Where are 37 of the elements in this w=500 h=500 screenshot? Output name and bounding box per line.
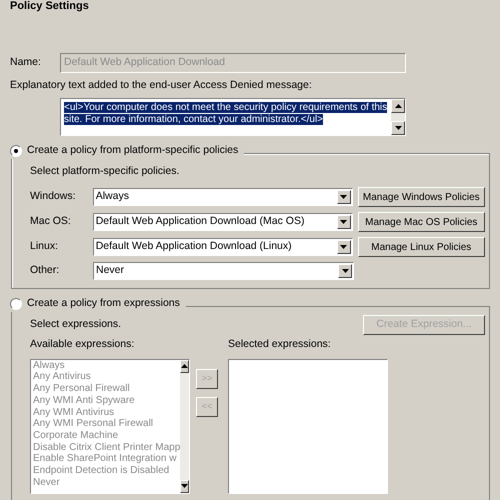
instruction-text: Select expressions. <box>30 317 122 332</box>
dropdown-button[interactable] <box>336 240 351 254</box>
down-arrow-icon <box>340 195 348 200</box>
manage-policies-button[interactable]: Manage Windows Policies <box>358 187 485 208</box>
dropdown-field[interactable]: Default Web Application Download (Mac OS) <box>92 213 353 232</box>
remove-button[interactable]: << <box>196 397 218 417</box>
up-arrow-icon <box>181 364 188 368</box>
scrollbar[interactable] <box>391 98 405 135</box>
platform-label: Mac OS: <box>30 214 72 230</box>
platform-label: Windows: <box>30 189 77 204</box>
field-label: Explanatory text added to the end-user Access Denied message: <box>9 78 313 93</box>
radio-label: Create a policy from platform-specific policies <box>27 142 238 158</box>
dropdown-button[interactable] <box>336 190 351 204</box>
platform-label: Linux: <box>30 239 60 254</box>
down-arrow-icon <box>181 484 188 488</box>
down-arrow-icon <box>340 245 348 250</box>
down-arrow-icon <box>342 269 348 274</box>
field-label: Name: <box>10 55 42 70</box>
dropdown-button[interactable] <box>338 264 352 278</box>
platform-label: Other: <box>30 263 60 278</box>
radio-label: Create a policy from expressions <box>27 296 180 312</box>
manage-policies-button[interactable]: Manage Mac OS Policies <box>358 212 485 232</box>
dropdown-field[interactable]: Never <box>93 262 354 280</box>
down-arrow-icon <box>340 220 348 224</box>
radio-button[interactable] <box>10 298 22 310</box>
dropdown-button[interactable] <box>336 215 351 230</box>
message-text-area[interactable]: <ul>Your computer does not meet the security policy requirements of this site. For more information, contact your administrator.</ul> <box>60 98 406 136</box>
manage-policies-button[interactable]: Manage Linux Policies <box>358 237 485 258</box>
instruction-text: Select platform-specific policies. <box>30 164 180 178</box>
list-label: Available expressions: <box>30 337 136 352</box>
section-title: Policy Settings <box>10 0 90 12</box>
down-arrow-icon <box>394 126 402 130</box>
dropdown-field[interactable]: Always <box>92 188 353 206</box>
radio-button[interactable] <box>10 144 22 157</box>
dropdown-field[interactable]: Default Web Application Download (Linux) <box>92 238 353 256</box>
list-label: Selected expressions: <box>228 337 332 352</box>
up-arrow-icon <box>394 104 402 108</box>
